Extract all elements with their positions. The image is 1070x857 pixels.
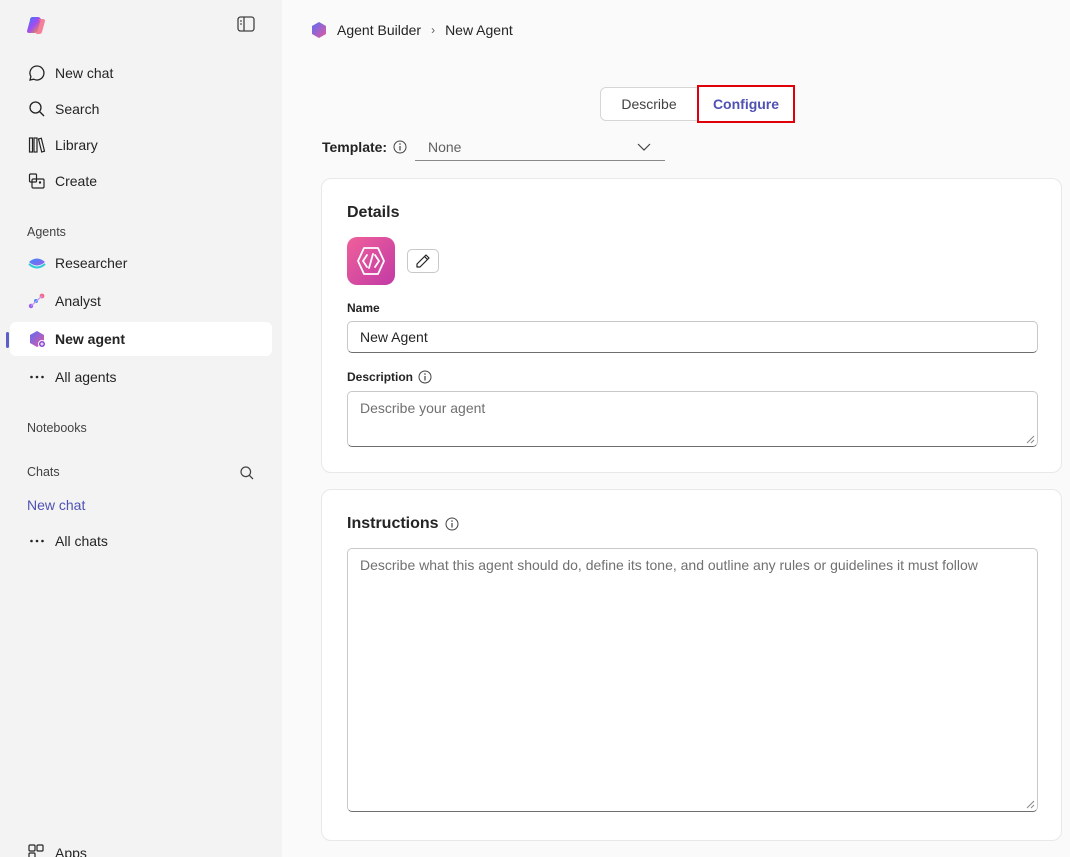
chevron-right-icon: ›: [431, 23, 436, 37]
name-label: Name: [347, 301, 380, 315]
template-label-text: Template:: [322, 139, 388, 155]
edit-avatar-button[interactable]: [407, 249, 439, 273]
new-agent-icon: [27, 329, 47, 349]
more-icon: [27, 367, 47, 387]
sidebar-toggle-icon[interactable]: [237, 16, 255, 32]
sidebar-item-label: Researcher: [55, 255, 128, 271]
instructions-textarea[interactable]: Describe what this agent should do, defi…: [347, 548, 1038, 812]
sidebar: New chat Search Library Create Agents Re…: [0, 0, 282, 857]
tab-configure[interactable]: Configure: [697, 85, 795, 123]
sidebar-item-all-agents[interactable]: All agents: [10, 360, 272, 394]
sidebar-item-label: Create: [55, 173, 98, 189]
analyst-icon: [27, 291, 47, 311]
resize-handle-icon[interactable]: [1026, 800, 1035, 809]
description-label: Description: [347, 370, 432, 384]
instructions-heading: Instructions: [347, 515, 459, 533]
breadcrumb: Agent Builder › New Agent: [310, 21, 513, 39]
instructions-heading-text: Instructions: [347, 515, 439, 532]
sidebar-item-new-chat[interactable]: New chat: [10, 56, 272, 90]
sidebar-item-label: Analyst: [55, 293, 101, 309]
sidebar-item-label: New agent: [55, 331, 126, 347]
name-input[interactable]: New Agent: [347, 321, 1038, 353]
create-icon: [27, 171, 47, 191]
mode-tabs: Describe Configure: [600, 85, 795, 123]
library-icon: [27, 135, 47, 155]
info-icon[interactable]: [418, 370, 432, 384]
sidebar-item-library[interactable]: Library: [10, 128, 272, 162]
chats-section-label: Chats: [27, 465, 60, 479]
sidebar-item-label: Search: [55, 101, 100, 117]
details-card: Details Name New Agent Description Descr…: [321, 178, 1062, 473]
chat-item-new-chat[interactable]: New chat: [27, 497, 85, 513]
description-label-text: Description: [347, 370, 414, 384]
template-selected-value: None: [428, 138, 462, 155]
active-indicator: [6, 332, 9, 348]
researcher-icon: [27, 253, 47, 273]
sidebar-item-new-agent[interactable]: New agent: [10, 322, 272, 356]
info-icon[interactable]: [393, 140, 407, 154]
breadcrumb-root[interactable]: Agent Builder: [337, 22, 421, 38]
sidebar-item-create[interactable]: Create: [10, 164, 272, 198]
breadcrumb-current: New Agent: [445, 22, 513, 38]
name-input-value: New Agent: [360, 329, 428, 345]
sidebar-item-all-chats[interactable]: All chats: [10, 524, 272, 558]
agent-avatar: [347, 237, 395, 285]
sidebar-item-label: Apps: [55, 845, 87, 857]
code-icon: [357, 247, 385, 275]
apps-icon: [27, 843, 47, 857]
sidebar-item-label: All chats: [55, 533, 108, 549]
template-dropdown[interactable]: None: [415, 133, 665, 161]
sidebar-item-researcher[interactable]: Researcher: [10, 246, 272, 280]
details-heading: Details: [347, 204, 400, 221]
info-icon[interactable]: [445, 517, 459, 531]
sidebar-item-search[interactable]: Search: [10, 92, 272, 126]
pencil-icon: [416, 254, 430, 268]
tab-describe[interactable]: Describe: [601, 88, 697, 120]
template-label: Template:: [322, 139, 407, 155]
sidebar-item-label: Library: [55, 137, 98, 153]
search-chats-icon[interactable]: [239, 465, 255, 481]
chevron-down-icon: [637, 143, 651, 151]
chat-bubble-icon: [27, 63, 47, 83]
agent-builder-icon: [312, 22, 326, 38]
agents-section-label: Agents: [27, 225, 66, 239]
sidebar-item-label: New chat: [55, 65, 114, 81]
sidebar-item-analyst[interactable]: Analyst: [10, 284, 272, 318]
copilot-logo-icon[interactable]: [26, 14, 48, 36]
sidebar-item-apps[interactable]: Apps: [27, 843, 87, 857]
notebooks-section-label[interactable]: Notebooks: [27, 421, 87, 435]
instructions-placeholder: Describe what this agent should do, defi…: [360, 557, 978, 573]
instructions-card: Instructions Describe what this agent sh…: [321, 489, 1062, 841]
more-icon: [27, 531, 47, 551]
description-textarea[interactable]: Describe your agent: [347, 391, 1038, 447]
sidebar-item-label: All agents: [55, 369, 117, 385]
resize-handle-icon[interactable]: [1026, 435, 1035, 444]
description-placeholder: Describe your agent: [360, 400, 486, 416]
search-icon: [27, 99, 47, 119]
